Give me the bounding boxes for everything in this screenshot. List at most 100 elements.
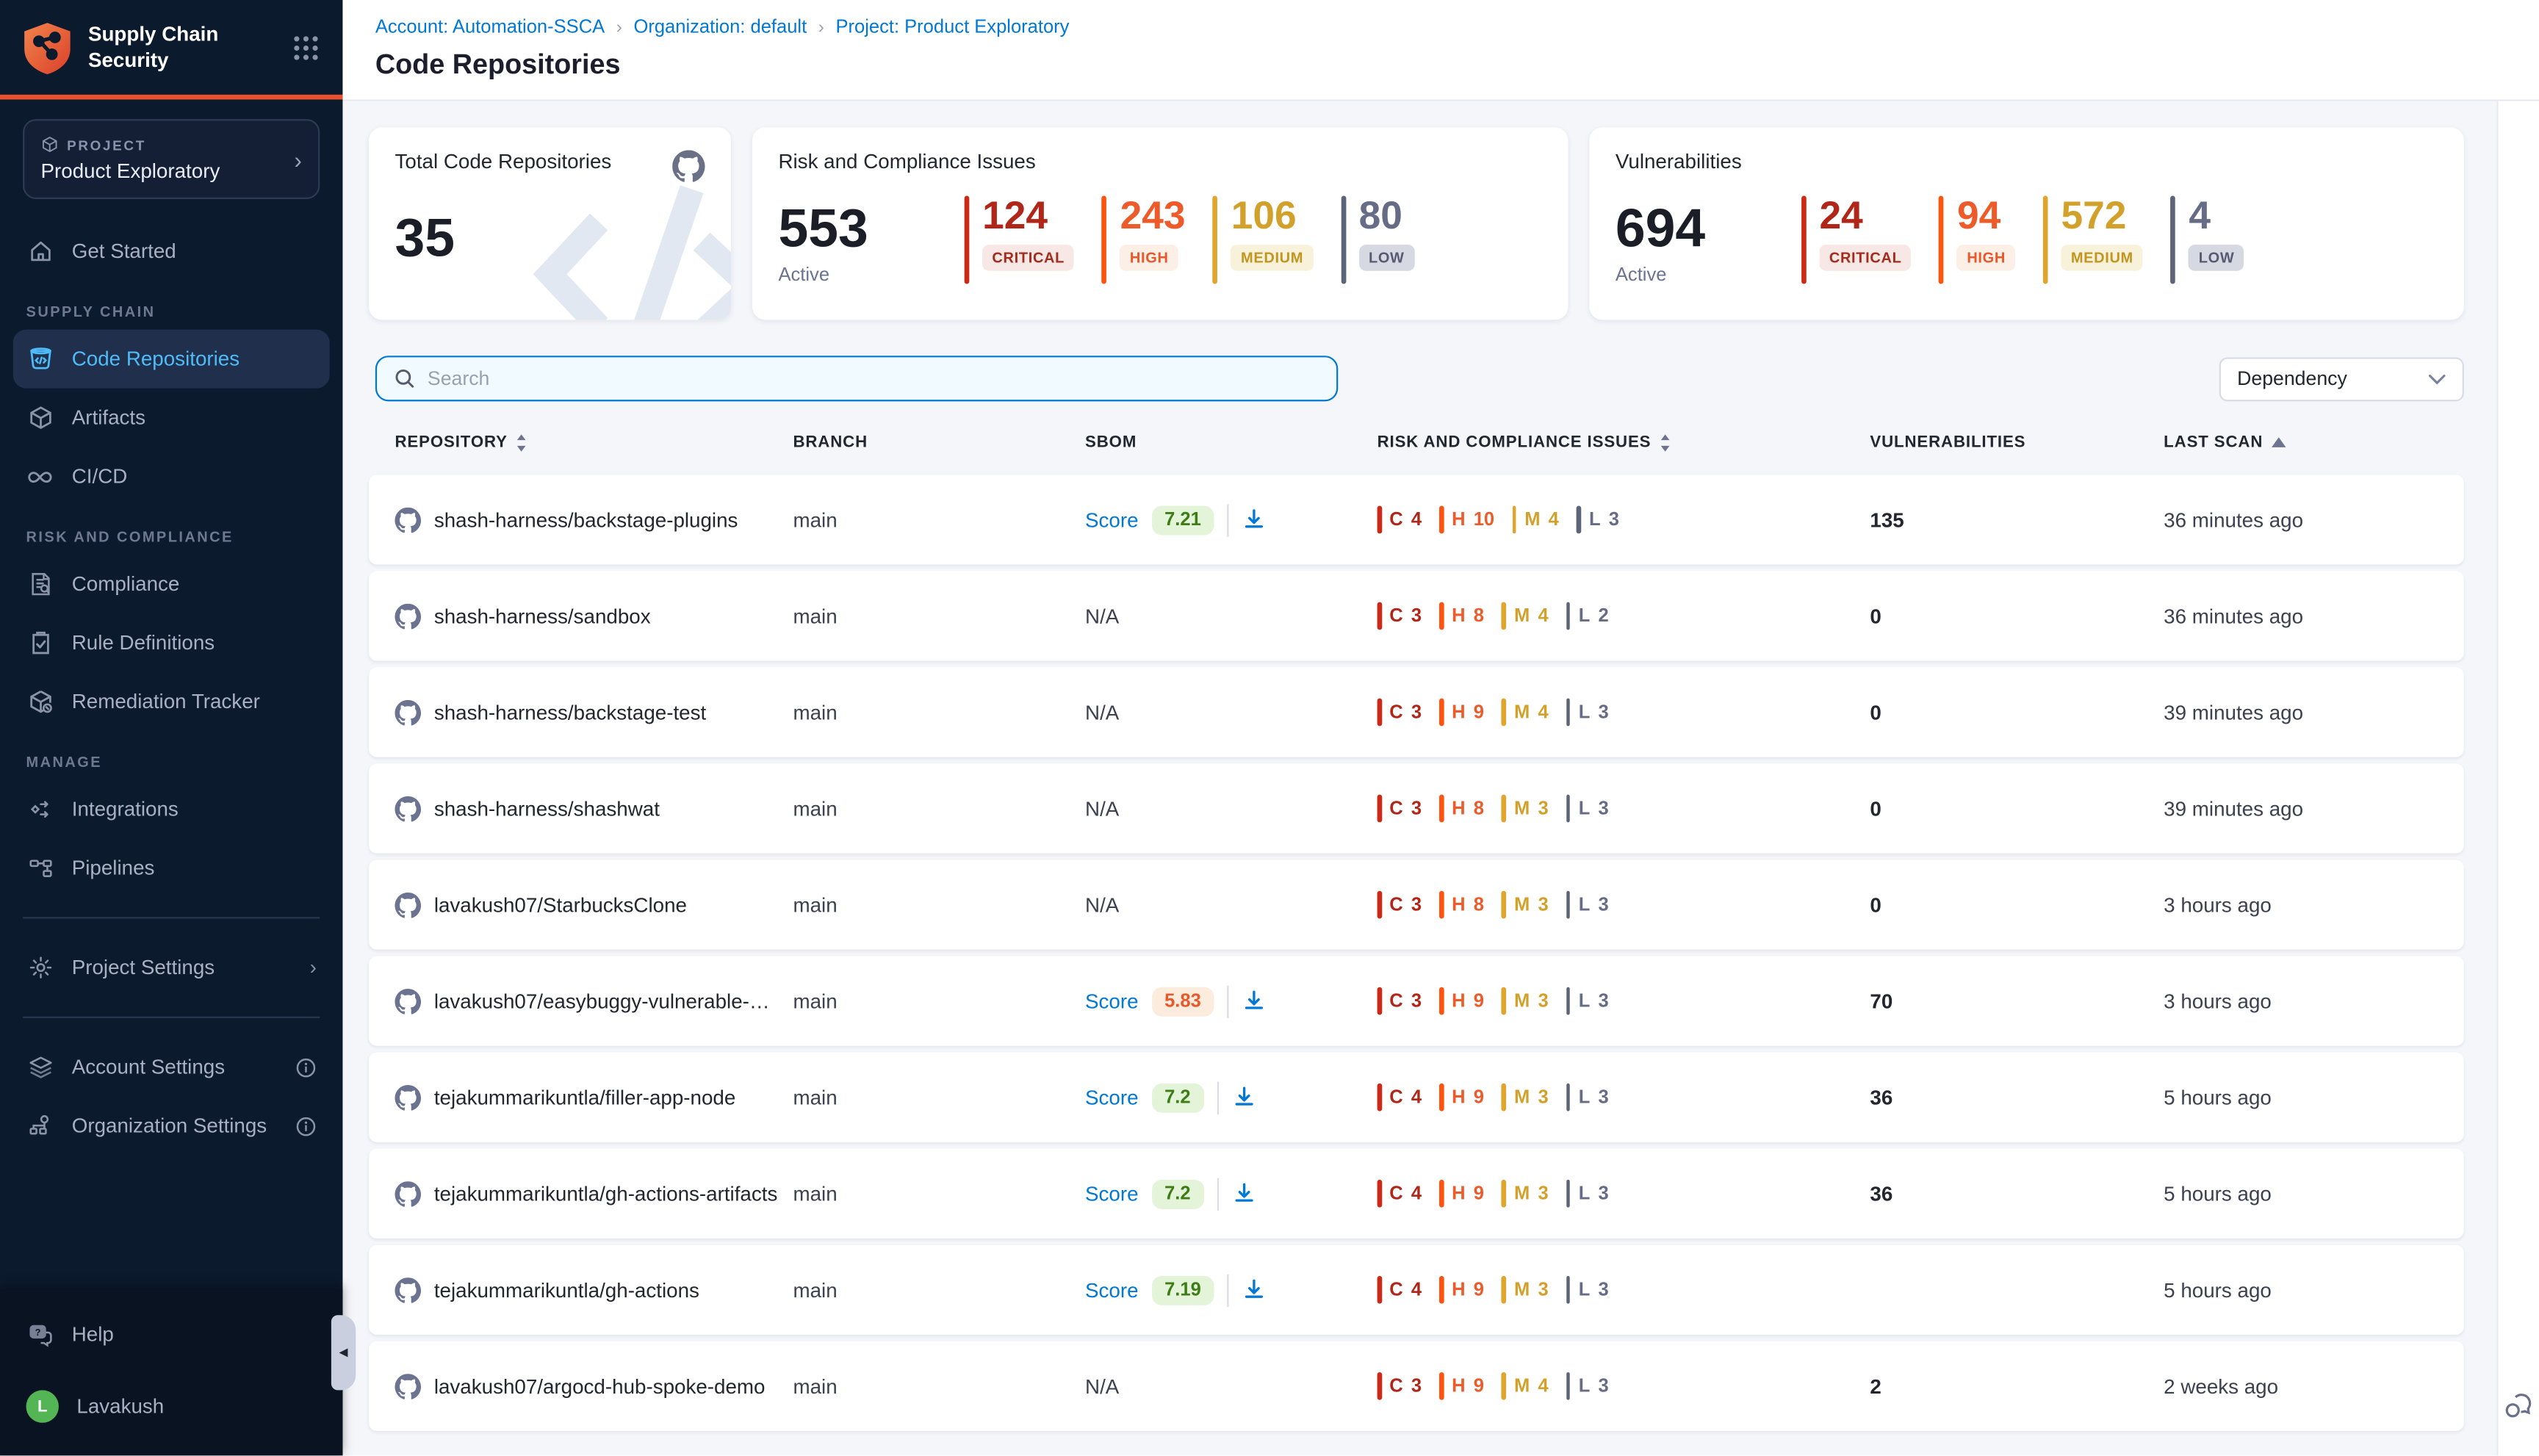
column-header-repository[interactable]: REPOSITORY [395, 434, 793, 452]
sidebar-collapse-handle[interactable]: ◀ [331, 1315, 356, 1390]
medium-chip: M3 [1502, 1084, 1548, 1111]
risk-severity-chips: C3 H8 M3 L3 [1377, 795, 1870, 823]
sidebar-item-project-settings[interactable]: Project Settings › [0, 938, 342, 997]
low-chip: L3 [1566, 891, 1609, 919]
sidebar-header: Supply Chain Security [0, 0, 342, 99]
column-header-last-scan[interactable]: LAST SCAN [2164, 434, 2438, 452]
sidebar-item-label: Compliance [72, 573, 180, 596]
risk-severity-chips: C4 H9 M3 L3 [1377, 1084, 1870, 1111]
sbom-score-link[interactable]: Score [1085, 508, 1139, 531]
branch-name: main [793, 893, 1085, 916]
vulns-sublabel: Active [1616, 266, 1785, 286]
github-icon [395, 1277, 422, 1303]
sidebar-item-account-settings[interactable]: Account Settings [0, 1038, 342, 1097]
high-chip: H8 [1439, 602, 1483, 630]
repo-name: lavakush07/StarbucksClone [434, 893, 700, 916]
download-sbom-button[interactable] [1242, 989, 1266, 1013]
chevron-down-icon [2428, 373, 2446, 385]
support-chat-icon[interactable] [2503, 1390, 2534, 1429]
document-search-icon [26, 570, 54, 598]
sbom-not-available: N/A [1085, 1374, 1119, 1397]
app-logo-shield-icon [23, 21, 72, 75]
download-sbom-button[interactable] [1242, 508, 1266, 532]
project-selector[interactable]: PROJECT Product Exploratory › [23, 119, 320, 199]
download-sbom-button[interactable] [1231, 1085, 1256, 1109]
table-row[interactable]: lavakush07/easybuggy-vulnerable-app... m… [369, 956, 2464, 1046]
sidebar-item-label: Pipelines [72, 857, 155, 879]
breadcrumb-organization-link[interactable]: Organization: default [633, 18, 807, 37]
stats-row: Total Code Repositories 35 [369, 127, 2464, 320]
sidebar-item-code-repositories[interactable]: Code Repositories [13, 330, 330, 389]
sbom-score-link[interactable]: Score [1085, 990, 1139, 1012]
sort-ascending-icon [2271, 437, 2286, 449]
code-watermark-icon [509, 173, 731, 320]
breadcrumb-account-link[interactable]: Account: Automation-SSCA [375, 18, 605, 37]
severity-badge: LOW [1359, 245, 1414, 272]
github-icon [395, 892, 422, 918]
severity-count: 80 [1359, 196, 1402, 237]
sbom-score-badge: 5.83 [1151, 987, 1214, 1016]
sidebar-item-compliance[interactable]: Compliance [0, 555, 342, 613]
sidebar-item-help[interactable]: ? Help [0, 1305, 342, 1364]
table-row[interactable]: lavakush07/argocd-hub-spoke-demo main Sc… [369, 1341, 2464, 1431]
module-grid-icon[interactable] [292, 35, 320, 62]
table-row[interactable]: shash-harness/backstage-test main Score [369, 667, 2464, 757]
risk-severity-chips: C3 H9 M4 L3 [1377, 699, 1870, 727]
sidebar-item-cicd[interactable]: CI/CD [0, 447, 342, 506]
download-sbom-button[interactable] [1231, 1181, 1256, 1205]
sidebar-item-organization-settings[interactable]: Organization Settings [0, 1097, 342, 1156]
column-header-sbom: SBOM [1085, 434, 1377, 452]
severity-count: 243 [1120, 196, 1186, 237]
sbom-score-link[interactable]: Score [1085, 1278, 1139, 1301]
sidebar-item-label: Project Settings [72, 956, 215, 979]
severity-bar [2171, 196, 2176, 284]
sidebar-item-get-started[interactable]: Get Started [0, 222, 342, 281]
sidebar-item-integrations[interactable]: Integrations [0, 780, 342, 839]
infinity-icon [26, 463, 54, 491]
breadcrumb-project-link[interactable]: Project: Product Exploratory [835, 18, 1069, 37]
sidebar-nav: Get Started SUPPLY CHAIN Code Repositori… [0, 206, 342, 1156]
critical-chip: C3 [1377, 602, 1422, 630]
sidebar-item-artifacts[interactable]: Artifacts [0, 389, 342, 447]
search-input[interactable] [428, 367, 1320, 390]
info-icon[interactable] [295, 1115, 317, 1136]
last-scan: 5 hours ago [2164, 1086, 2438, 1109]
download-sbom-button[interactable] [1242, 1277, 1266, 1302]
right-gutter [2496, 101, 2539, 1456]
medium-chip: M3 [1502, 1180, 1548, 1208]
table-row[interactable]: tejakummarikuntla/filler-app-node main S… [369, 1053, 2464, 1142]
vulnerability-count: 36 [1870, 1086, 2164, 1109]
user-menu[interactable]: L Lavakush [0, 1377, 342, 1436]
sidebar-item-rule-definitions[interactable]: Rule Definitions [0, 613, 342, 672]
vulnerability-count: 0 [1870, 701, 2164, 724]
severity-bar [2043, 196, 2048, 284]
breadcrumb-separator: › [818, 18, 824, 37]
table-row[interactable]: tejakummarikuntla/gh-actions-artifacts m… [369, 1149, 2464, 1239]
table-row[interactable]: tejakummarikuntla/gh-actions main Score … [369, 1245, 2464, 1335]
severity-count: 124 [982, 196, 1048, 237]
info-icon[interactable] [295, 1056, 317, 1078]
vulnerability-count: 0 [1870, 605, 2164, 627]
sbom-score-link[interactable]: Score [1085, 1086, 1139, 1109]
repo-name: shash-harness/sandbox [434, 605, 664, 627]
severity-badge: MEDIUM [2061, 245, 2143, 272]
github-icon [395, 1084, 422, 1111]
section-risk-and-compliance: RISK AND COMPLIANCE [0, 506, 342, 555]
sbom-score-link[interactable]: Score [1085, 1182, 1139, 1205]
content: Total Code Repositories 35 [342, 101, 2496, 1456]
dependency-filter-select[interactable]: Dependency [2219, 356, 2464, 400]
integrations-icon [26, 796, 54, 823]
table-row[interactable]: shash-harness/backstage-plugins main Sco… [369, 475, 2464, 564]
table-row[interactable]: lavakush07/StarbucksClone main Score [369, 860, 2464, 950]
repository-table: shash-harness/backstage-plugins main Sco… [369, 475, 2464, 1431]
sbom-score-badge: 7.2 [1151, 1179, 1203, 1208]
table-row[interactable]: shash-harness/shashwat main Score [369, 763, 2464, 853]
low-chip: L3 [1566, 699, 1609, 727]
medium-chip: M3 [1502, 1276, 1548, 1304]
sidebar-item-pipelines[interactable]: Pipelines [0, 839, 342, 898]
table-row[interactable]: shash-harness/sandbox main Score [369, 571, 2464, 660]
column-header-risk-issues[interactable]: RISK AND COMPLIANCE ISSUES [1377, 434, 1870, 452]
low-chip: L3 [1566, 1084, 1609, 1111]
search-box [375, 356, 1338, 401]
sidebar-item-remediation-tracker[interactable]: Remediation Tracker [0, 672, 342, 731]
